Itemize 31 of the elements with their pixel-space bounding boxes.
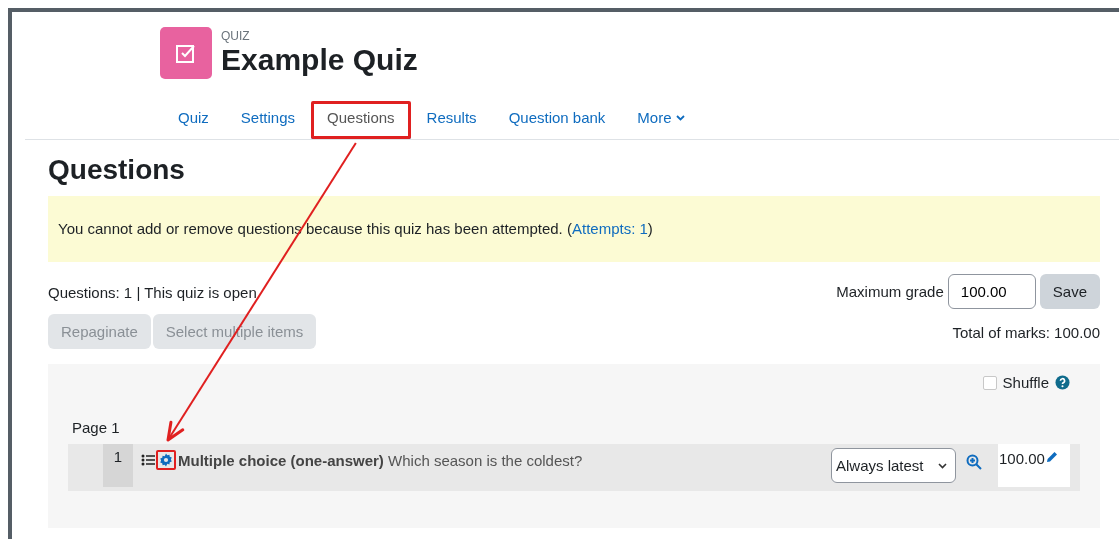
pencil-icon[interactable]	[1044, 450, 1059, 464]
shuffle-checkbox[interactable]	[982, 375, 997, 390]
settings-icon[interactable]	[156, 450, 176, 470]
shuffle-label: Shuffle	[1002, 374, 1049, 391]
attempts-link[interactable]: Attempts: 1	[571, 220, 648, 237]
question-text: Multiple choice (one-answer) Which season is the coldest?	[178, 452, 584, 469]
help-icon[interactable]	[1055, 375, 1070, 390]
warning-notice: You cannot add or remove questions because this quiz has been attempted. (Attempts: 1)	[48, 196, 1100, 262]
maximum-grade-label: Maximum grade	[836, 283, 944, 300]
nav-tab[interactable]: Quiz	[162, 101, 225, 139]
caret-icon	[675, 114, 685, 121]
nav-tab[interactable]: Questions	[311, 101, 411, 139]
save-button[interactable]: Save	[1039, 274, 1100, 309]
zoom-in-icon[interactable]	[966, 454, 982, 470]
section-heading: Questions	[48, 154, 186, 186]
caret-icon	[937, 462, 947, 469]
total-marks: Total of marks: 100.00	[952, 324, 1100, 341]
page-title: Example Quiz	[221, 43, 418, 77]
list-icon[interactable]	[141, 454, 155, 466]
nav-tab[interactable]: Settings	[224, 101, 312, 139]
question-mark: 100.00	[999, 450, 1045, 467]
page-label: Page 1	[72, 419, 121, 436]
quiz-summary: Questions: 1 | This quiz is open	[48, 284, 258, 301]
question-number: 1	[103, 444, 133, 487]
activity-type-label: QUIZ	[221, 29, 251, 43]
maximum-grade-field[interactable]: 100.00	[947, 274, 1036, 309]
quiz-icon	[160, 27, 212, 79]
version-select[interactable]: Always latest	[831, 448, 956, 483]
nav-tab[interactable]: Question bank	[492, 101, 622, 139]
nav-tab[interactable]: Results	[410, 101, 493, 139]
nav-tab[interactable]: More	[621, 101, 701, 139]
